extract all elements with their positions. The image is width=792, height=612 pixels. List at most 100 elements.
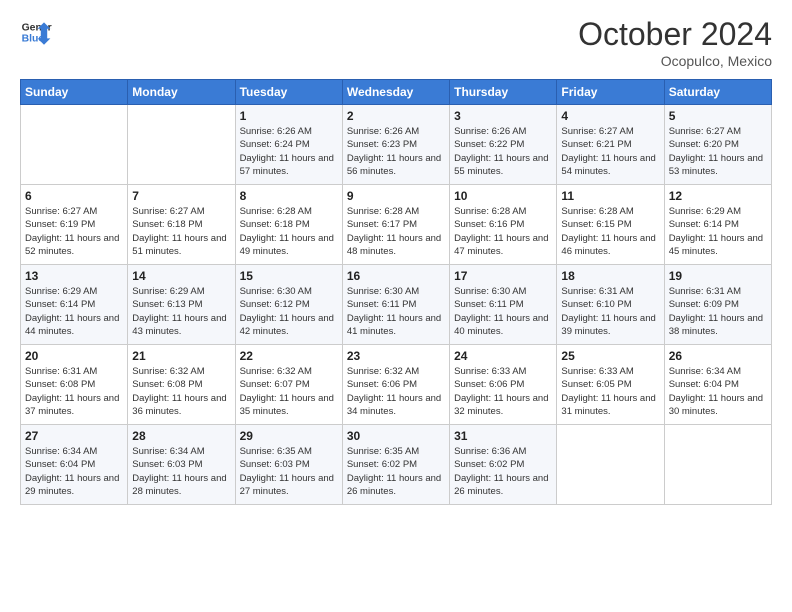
table-row (21, 105, 128, 185)
title-block: October 2024 Ocopulco, Mexico (578, 16, 772, 69)
header-monday: Monday (128, 80, 235, 105)
day-info: Sunrise: 6:32 AM Sunset: 6:07 PM Dayligh… (240, 365, 338, 418)
table-row: 16Sunrise: 6:30 AM Sunset: 6:11 PM Dayli… (342, 265, 449, 345)
table-row: 29Sunrise: 6:35 AM Sunset: 6:03 PM Dayli… (235, 425, 342, 505)
day-info: Sunrise: 6:29 AM Sunset: 6:14 PM Dayligh… (25, 285, 123, 338)
table-row: 1 Sunrise: 6:26 AM Sunset: 6:24 PM Daylig… (235, 105, 342, 185)
day-info: Sunrise: 6:31 AM Sunset: 6:08 PM Dayligh… (25, 365, 123, 418)
table-row: 3 Sunrise: 6:26 AM Sunset: 6:22 PM Daylig… (450, 105, 557, 185)
table-row (557, 425, 664, 505)
table-row: 13 Sunrise: 6:29 AM Sunset: 6:14 PM Dayli… (21, 265, 128, 345)
day-info: Sunrise: 6:30 AM Sunset: 6:11 PM Dayligh… (454, 285, 552, 338)
table-row: 27 Sunrise: 6:34 AM Sunset: 6:04 PM Dayli… (21, 425, 128, 505)
day-info: Sunrise: 6:34 AM Sunset: 6:03 PM Dayligh… (132, 445, 230, 498)
day-info: Sunrise: 6:34 AM Sunset: 6:04 PM Dayligh… (25, 445, 123, 498)
header-tuesday: Tuesday (235, 80, 342, 105)
day-info: Sunrise: 6:29 AM Sunset: 6:13 PM Dayligh… (132, 285, 230, 338)
day-number: 4 (561, 109, 659, 123)
day-number: 14 (132, 269, 230, 283)
table-row: 14 Sunrise: 6:29 AM Sunset: 6:13 PM Dayli… (128, 265, 235, 345)
day-number: 3 (454, 109, 552, 123)
table-row: 23 Sunrise: 6:32 AM Sunset: 6:06 PM Dayli… (342, 345, 449, 425)
table-row: 18 Sunrise: 6:31 AM Sunset: 6:10 PM Dayli… (557, 265, 664, 345)
header-friday: Friday (557, 80, 664, 105)
day-info: Sunrise: 6:28 AM Sunset: 6:15 PM Dayligh… (561, 205, 659, 258)
day-info: Sunrise: 6:31 AM Sunset: 6:09 PM Dayligh… (669, 285, 767, 338)
day-number: 23 (347, 349, 445, 363)
table-row: 31Sunrise: 6:36 AM Sunset: 6:02 PM Dayli… (450, 425, 557, 505)
day-number: 19 (669, 269, 767, 283)
day-number: 28 (132, 429, 230, 443)
logo: General Blue (20, 16, 52, 48)
table-row: 4 Sunrise: 6:27 AM Sunset: 6:21 PM Daylig… (557, 105, 664, 185)
day-number: 8 (240, 189, 338, 203)
day-number: 7 (132, 189, 230, 203)
day-info: Sunrise: 6:27 AM Sunset: 6:18 PM Dayligh… (132, 205, 230, 258)
day-info: Sunrise: 6:28 AM Sunset: 6:18 PM Dayligh… (240, 205, 338, 258)
weekday-header-row: Sunday Monday Tuesday Wednesday Thursday… (21, 80, 772, 105)
table-row: 26 Sunrise: 6:34 AM Sunset: 6:04 PM Dayli… (664, 345, 771, 425)
day-info: Sunrise: 6:27 AM Sunset: 6:20 PM Dayligh… (669, 125, 767, 178)
table-row: 30Sunrise: 6:35 AM Sunset: 6:02 PM Dayli… (342, 425, 449, 505)
table-row: 19 Sunrise: 6:31 AM Sunset: 6:09 PM Dayli… (664, 265, 771, 345)
calendar-week-row: 6 Sunrise: 6:27 AM Sunset: 6:19 PM Daylig… (21, 185, 772, 265)
table-row: 21 Sunrise: 6:32 AM Sunset: 6:08 PM Dayli… (128, 345, 235, 425)
header-saturday: Saturday (664, 80, 771, 105)
day-info: Sunrise: 6:32 AM Sunset: 6:08 PM Dayligh… (132, 365, 230, 418)
calendar-week-row: 13 Sunrise: 6:29 AM Sunset: 6:14 PM Dayli… (21, 265, 772, 345)
header-wednesday: Wednesday (342, 80, 449, 105)
day-info: Sunrise: 6:34 AM Sunset: 6:04 PM Dayligh… (669, 365, 767, 418)
day-number: 20 (25, 349, 123, 363)
day-number: 1 (240, 109, 338, 123)
day-number: 6 (25, 189, 123, 203)
day-number: 24 (454, 349, 552, 363)
day-number: 27 (25, 429, 123, 443)
table-row: 7 Sunrise: 6:27 AM Sunset: 6:18 PM Daylig… (128, 185, 235, 265)
day-number: 17 (454, 269, 552, 283)
day-number: 26 (669, 349, 767, 363)
day-info: Sunrise: 6:26 AM Sunset: 6:24 PM Dayligh… (240, 125, 338, 178)
day-info: Sunrise: 6:26 AM Sunset: 6:22 PM Dayligh… (454, 125, 552, 178)
day-number: 9 (347, 189, 445, 203)
day-info: Sunrise: 6:30 AM Sunset: 6:12 PM Dayligh… (240, 285, 338, 338)
day-info: Sunrise: 6:27 AM Sunset: 6:21 PM Dayligh… (561, 125, 659, 178)
table-row: 12 Sunrise: 6:29 AM Sunset: 6:14 PM Dayli… (664, 185, 771, 265)
header: General Blue October 2024 Ocopulco, Mexi… (20, 16, 772, 69)
table-row: 17 Sunrise: 6:30 AM Sunset: 6:11 PM Dayli… (450, 265, 557, 345)
table-row: 11 Sunrise: 6:28 AM Sunset: 6:15 PM Dayli… (557, 185, 664, 265)
day-number: 22 (240, 349, 338, 363)
day-info: Sunrise: 6:33 AM Sunset: 6:05 PM Dayligh… (561, 365, 659, 418)
day-number: 16 (347, 269, 445, 283)
table-row: 24 Sunrise: 6:33 AM Sunset: 6:06 PM Dayli… (450, 345, 557, 425)
day-number: 12 (669, 189, 767, 203)
table-row: 10Sunrise: 6:28 AM Sunset: 6:16 PM Dayli… (450, 185, 557, 265)
calendar-week-row: 27 Sunrise: 6:34 AM Sunset: 6:04 PM Dayli… (21, 425, 772, 505)
location-subtitle: Ocopulco, Mexico (578, 53, 772, 69)
header-thursday: Thursday (450, 80, 557, 105)
logo-icon: General Blue (20, 16, 52, 48)
day-info: Sunrise: 6:29 AM Sunset: 6:14 PM Dayligh… (669, 205, 767, 258)
day-info: Sunrise: 6:31 AM Sunset: 6:10 PM Dayligh… (561, 285, 659, 338)
day-number: 10 (454, 189, 552, 203)
day-info: Sunrise: 6:27 AM Sunset: 6:19 PM Dayligh… (25, 205, 123, 258)
day-number: 11 (561, 189, 659, 203)
header-sunday: Sunday (21, 80, 128, 105)
day-info: Sunrise: 6:35 AM Sunset: 6:02 PM Dayligh… (347, 445, 445, 498)
table-row: 28 Sunrise: 6:34 AM Sunset: 6:03 PM Dayli… (128, 425, 235, 505)
day-number: 29 (240, 429, 338, 443)
day-number: 21 (132, 349, 230, 363)
table-row: 20 Sunrise: 6:31 AM Sunset: 6:08 PM Dayli… (21, 345, 128, 425)
day-number: 15 (240, 269, 338, 283)
page: General Blue October 2024 Ocopulco, Mexi… (0, 0, 792, 612)
table-row (664, 425, 771, 505)
table-row: 25Sunrise: 6:33 AM Sunset: 6:05 PM Dayli… (557, 345, 664, 425)
calendar-week-row: 1 Sunrise: 6:26 AM Sunset: 6:24 PM Daylig… (21, 105, 772, 185)
day-number: 18 (561, 269, 659, 283)
day-info: Sunrise: 6:28 AM Sunset: 6:17 PM Dayligh… (347, 205, 445, 258)
calendar-table: Sunday Monday Tuesday Wednesday Thursday… (20, 79, 772, 505)
table-row (128, 105, 235, 185)
day-info: Sunrise: 6:33 AM Sunset: 6:06 PM Dayligh… (454, 365, 552, 418)
day-number: 5 (669, 109, 767, 123)
day-number: 13 (25, 269, 123, 283)
day-info: Sunrise: 6:32 AM Sunset: 6:06 PM Dayligh… (347, 365, 445, 418)
